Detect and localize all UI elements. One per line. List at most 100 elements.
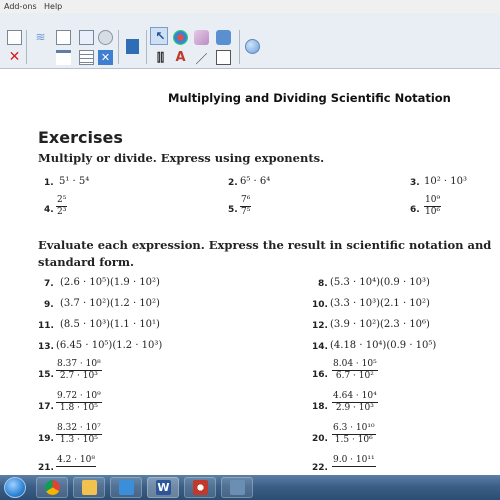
- numerator: 9.72 · 10⁹: [56, 391, 102, 403]
- denominator: 1.8 · 10⁵: [59, 403, 98, 413]
- taskbar-explorer-button[interactable]: [73, 477, 105, 498]
- numerator: 10⁹: [424, 195, 442, 207]
- new-page-icon[interactable]: [7, 30, 22, 45]
- problem-expression: (3.3 · 10³)(2.1 · 10²): [330, 298, 430, 309]
- chrome-icon: [45, 480, 60, 495]
- numerator: 2⁵: [56, 195, 68, 207]
- problem-number: 5.: [228, 205, 238, 215]
- numerator: 8.04 · 10⁵: [332, 359, 378, 371]
- screen-icon[interactable]: [126, 39, 139, 54]
- problem-number: 3.: [410, 178, 420, 188]
- taskbar-word-button[interactable]: W: [147, 477, 179, 498]
- page-title: Multiplying and Dividing Scientific Nota…: [168, 91, 451, 105]
- delete-icon[interactable]: ✕: [7, 50, 22, 65]
- problem-number: 22.: [312, 463, 328, 473]
- problem-number: 19.: [38, 434, 54, 444]
- problem-number: 17.: [38, 402, 54, 412]
- fraction: 4.64 · 10⁴ 2.9 · 10³: [332, 391, 378, 414]
- denominator: 6.7 · 10²: [335, 371, 374, 381]
- numerator: 6.3 · 10¹⁰: [332, 423, 376, 435]
- shapes-icon[interactable]: [216, 50, 231, 65]
- properties-icon[interactable]: [245, 39, 260, 54]
- word-icon: W: [156, 480, 171, 495]
- notebook-icon: [193, 480, 208, 495]
- problem-number: 4.: [44, 205, 54, 215]
- problem-number: 7.: [44, 279, 54, 289]
- fraction: 4.2 · 10⁸: [56, 455, 96, 467]
- instruction-multiply-divide: Multiply or divide. Express using expone…: [38, 151, 325, 165]
- denominator: 7⁵: [241, 207, 251, 217]
- numerator: 9.0 · 10¹¹: [332, 455, 376, 467]
- close-window-icon[interactable]: ✕: [98, 50, 113, 65]
- instruction-evaluate-cont: standard form.: [38, 255, 135, 269]
- fraction: 7⁶ 7⁵: [240, 195, 252, 218]
- folder-icon: [82, 480, 97, 495]
- problem-number: 9.: [44, 300, 54, 310]
- denominator: 1.5 · 10⁶: [334, 435, 373, 445]
- line-icon[interactable]: ／: [194, 50, 209, 66]
- denominator: 2³: [57, 207, 67, 217]
- problem-expression: (8.5 · 10³)(1.1 · 10¹): [60, 319, 160, 330]
- fraction: 10⁹ 10⁶: [424, 195, 442, 218]
- problem-expression: 5¹ · 5⁴: [59, 176, 90, 187]
- numerator: 8.37 · 10⁸: [56, 359, 102, 371]
- display-icon[interactable]: [56, 50, 71, 65]
- taskbar-journal-button[interactable]: [110, 477, 142, 498]
- exercises-heading: Exercises: [38, 128, 123, 147]
- problem-number: 13.: [38, 342, 54, 352]
- problem-expression: (3.9 · 10²)(2.3 · 10⁶): [330, 319, 430, 330]
- numerator: 4.2 · 10⁸: [56, 455, 96, 467]
- redo-icon[interactable]: [98, 30, 113, 45]
- screen-shade-icon[interactable]: [56, 30, 71, 45]
- taskbar-notebook-button[interactable]: [184, 477, 216, 498]
- fraction: 9.0 · 10¹¹: [332, 455, 376, 467]
- fraction: 6.3 · 10¹⁰ 1.5 · 10⁶: [332, 423, 376, 446]
- screen-capture-icon: [230, 480, 245, 495]
- problem-number: 18.: [312, 402, 328, 412]
- journal-icon: [119, 480, 134, 495]
- taskbar: W: [0, 475, 500, 500]
- denominator: 1.3 · 10⁵: [59, 435, 98, 445]
- problem-number: 12.: [312, 321, 328, 331]
- problem-number: 2.: [228, 178, 238, 188]
- select-arrow-icon[interactable]: ↖: [153, 30, 168, 45]
- shape-recognition-icon[interactable]: A: [173, 50, 188, 65]
- numerator: 7⁶: [240, 195, 252, 207]
- smart-notebook-toolbar: ✕ ≋ ✕ ↖ ⫿⫿ A ／: [0, 13, 500, 69]
- creative-pen-icon[interactable]: [173, 30, 188, 45]
- taskbar-chrome-button[interactable]: [36, 477, 68, 498]
- table-icon[interactable]: [79, 50, 94, 65]
- denominator: 10⁶: [425, 207, 441, 217]
- problem-number: 15.: [38, 370, 54, 380]
- menu-addons[interactable]: Add-ons: [4, 2, 37, 11]
- denominator: 2.7 · 10³: [59, 371, 98, 381]
- problem-number: 21.: [38, 463, 54, 473]
- problem-number: 6.: [410, 205, 420, 215]
- fraction: 8.04 · 10⁵ 6.7 · 10²: [332, 359, 378, 382]
- undo-icon[interactable]: [79, 30, 94, 45]
- worksheet-page: Multiplying and Dividing Scientific Nota…: [0, 69, 500, 475]
- fraction: 9.72 · 10⁹ 1.8 · 10⁵: [56, 391, 102, 414]
- text-icon[interactable]: [216, 30, 231, 45]
- problem-number: 1.: [44, 178, 54, 188]
- problem-number: 20.: [312, 434, 328, 444]
- taskbar-capture-button[interactable]: [221, 477, 253, 498]
- numerator: 4.64 · 10⁴: [332, 391, 378, 403]
- problem-number: 11.: [38, 321, 54, 331]
- problem-expression: (2.6 · 10⁵)(1.9 · 10²): [60, 277, 160, 288]
- problem-expression: (6.45 · 10⁵)(1.2 · 10³): [56, 340, 163, 351]
- start-button[interactable]: [4, 477, 26, 498]
- menu-help[interactable]: Help: [44, 2, 62, 11]
- problem-expression: (5.3 · 10⁴)(0.9 · 10³): [330, 277, 430, 288]
- pens-icon[interactable]: ⫿⫿: [153, 50, 168, 65]
- wifi-icon[interactable]: ≋: [33, 30, 48, 45]
- menu-bar: Add-ons Help: [0, 0, 500, 13]
- problem-expression: (3.7 · 10²)(1.2 · 10²): [60, 298, 160, 309]
- denominator: 2.9 · 10³: [335, 403, 374, 413]
- problem-number: 14.: [312, 342, 328, 352]
- eraser-icon[interactable]: [194, 30, 209, 45]
- problem-number: 10.: [312, 300, 328, 310]
- numerator: 8.32 · 10⁷: [56, 423, 102, 435]
- problem-number: 16.: [312, 370, 328, 380]
- instruction-evaluate: Evaluate each expression. Express the re…: [38, 238, 492, 252]
